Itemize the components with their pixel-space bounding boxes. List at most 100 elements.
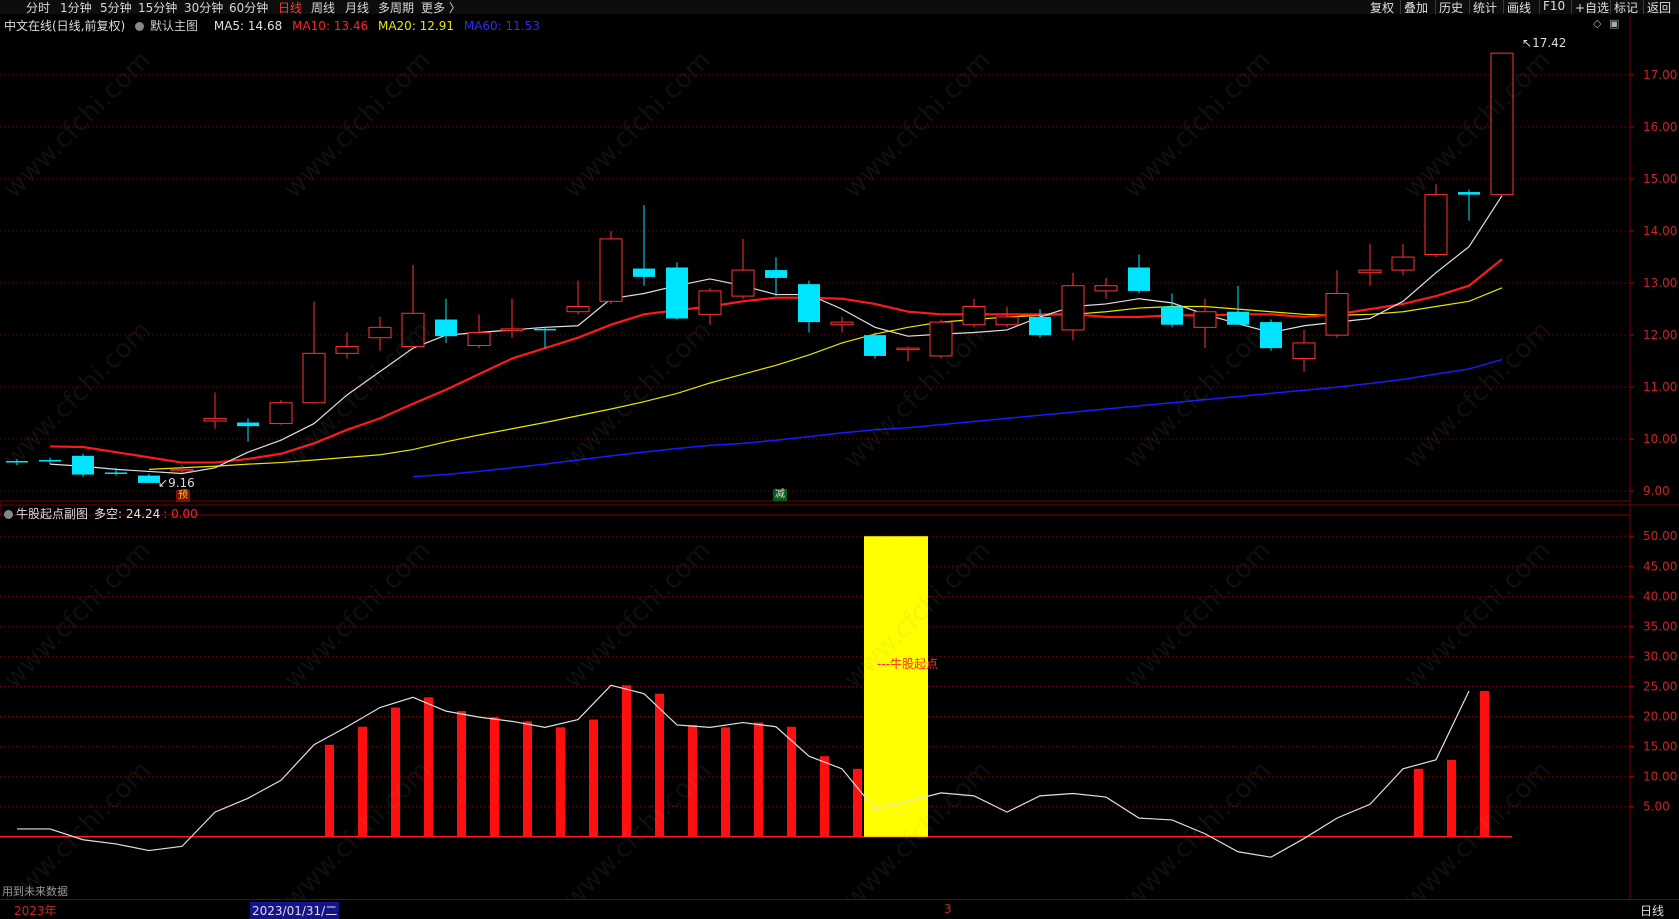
toolbar-button-4[interactable]: 画线 <box>1507 0 1531 16</box>
sub-bar <box>853 768 862 837</box>
candle-body-down <box>1128 267 1150 291</box>
candle-body-up <box>929 321 953 357</box>
diamond-icon[interactable]: ◇ <box>1593 17 1601 30</box>
y-tick-label: 14.00 <box>1643 224 1677 238</box>
toolbar-button-8[interactable]: 返回 <box>1647 0 1671 16</box>
candle-body-up <box>500 328 524 331</box>
y-tick-label: 16.00 <box>1643 120 1677 134</box>
candle-body-down <box>1227 311 1249 325</box>
sub-bar <box>820 756 829 837</box>
dropdown-circle-icon[interactable] <box>4 510 13 519</box>
y-tick-label: 10.00 <box>1643 770 1677 784</box>
candle-body-up <box>467 332 491 347</box>
candle-body-down <box>138 475 160 483</box>
candle-body-up <box>1061 285 1085 331</box>
candle-body-up <box>566 306 590 313</box>
period-tab-1[interactable]: 1分钟 <box>60 0 92 16</box>
period-tab-2[interactable]: 5分钟 <box>100 0 132 16</box>
candle-body-up <box>269 402 293 425</box>
y-tick-label: 20.00 <box>1643 710 1677 724</box>
period-tab-9[interactable]: 多周期 <box>378 0 414 16</box>
corner-icons: ◇ ▣ <box>1593 17 1619 30</box>
predict-marker[interactable]: 预 <box>176 490 190 502</box>
sub-bar <box>424 697 433 837</box>
candle-body-up <box>368 326 392 339</box>
y-tick-label: 50.00 <box>1643 529 1677 543</box>
chart-canvas[interactable]: 9.00 10.00 11.00 12.00 13.00 14.00 15.00 16.00 1… <box>0 0 1679 918</box>
y-tick-label: 12.00 <box>1643 328 1677 342</box>
candle-body-up <box>599 238 623 302</box>
sub-bar <box>457 711 466 837</box>
sub-bar <box>688 724 697 837</box>
period-tab-7[interactable]: 周线 <box>311 0 335 16</box>
candle-body-down <box>798 284 820 323</box>
period-tab-5[interactable]: 60分钟 <box>229 0 268 16</box>
toolbar-button-2[interactable]: 历史 <box>1439 0 1463 16</box>
candle-body-down <box>105 472 127 474</box>
reduce-marker[interactable]: 减 <box>773 489 787 501</box>
toolbar-divider <box>1469 0 1470 14</box>
sub-bar <box>655 693 664 837</box>
y-tick-label: 45.00 <box>1643 559 1677 573</box>
period-tab-0[interactable]: 分时 <box>26 0 50 16</box>
ma10-label: MA10: 13.46 <box>292 19 369 33</box>
sub-bar <box>754 722 763 837</box>
toolbar-button-6[interactable]: +自选 <box>1575 0 1609 16</box>
duokong-label: 多空: 24.24 <box>94 507 161 521</box>
sub-bar <box>358 726 367 837</box>
window-icon[interactable]: ▣ <box>1609 17 1619 30</box>
main-legend: 中文在线(日线,前复权) 默认主图 MA5: 14.68 MA10: 13.46… <box>4 17 546 33</box>
ma60-line <box>412 358 1503 478</box>
candle-body-up <box>1292 342 1316 360</box>
toolbar-button-0[interactable]: 复权 <box>1370 0 1394 16</box>
candle-body-up <box>1391 256 1415 271</box>
period-tab-10[interactable]: 更多 〉 <box>421 0 461 16</box>
sub-bar <box>1480 691 1489 837</box>
low-price-value: 9.16 <box>168 476 195 490</box>
y-tick-label: 30.00 <box>1643 649 1677 663</box>
period-tab-8[interactable]: 月线 <box>345 0 369 16</box>
toolbar-button-7[interactable]: 标记 <box>1614 0 1638 16</box>
signal-bar <box>864 536 928 837</box>
ma60-label: MA60: 11.53 <box>463 19 540 33</box>
toolbar-button-5[interactable]: F10 <box>1543 0 1565 13</box>
ma5-line <box>49 195 1503 475</box>
candle-body-down <box>1161 306 1183 325</box>
duokong-line <box>17 684 1470 858</box>
candle-body-down <box>6 461 28 463</box>
candle-body-up <box>1094 285 1118 292</box>
candle-body-down <box>1260 322 1282 349</box>
period-tab-6[interactable]: 日线 <box>278 0 302 16</box>
toolbar-button-1[interactable]: 叠加 <box>1404 0 1428 16</box>
template-selector[interactable]: 默认主图 <box>135 19 204 33</box>
sub-bar <box>1447 759 1456 837</box>
toolbar-button-3[interactable]: 统计 <box>1473 0 1497 16</box>
y-tick-label: 40.00 <box>1643 589 1677 603</box>
signal-layer <box>864 536 928 837</box>
candle-body-up <box>962 306 986 326</box>
sub-legend: 牛股起点副图 多空: 24.24: 0.00 <box>4 505 198 521</box>
candle-body-up <box>1325 293 1349 336</box>
candle-body-down <box>435 319 457 337</box>
y-tick-label: 15.00 <box>1643 740 1677 754</box>
y-tick-label: 15.00 <box>1643 172 1677 186</box>
y-tick-label: 5.00 <box>1643 800 1670 814</box>
period-tab-4[interactable]: 30分钟 <box>184 0 223 16</box>
candle-body-down <box>633 268 655 277</box>
stock-title[interactable]: 中文在线(日线,前复权) <box>4 19 125 33</box>
template-name: 默认主图 <box>150 19 199 33</box>
candle-body-down <box>1029 316 1051 336</box>
candle-body-down <box>237 422 259 427</box>
sub-bar <box>1414 768 1423 837</box>
y-tick-label: 10.00 <box>1643 432 1677 446</box>
cursor-date: 2023/01/31/二 <box>250 902 340 919</box>
sub-title[interactable]: 牛股起点副图 <box>16 507 88 521</box>
candle-body-up <box>302 352 326 404</box>
high-price-label: ↖17.42 <box>1522 36 1566 50</box>
period-label[interactable]: 日线 <box>1640 902 1664 919</box>
candle-body-up <box>203 417 227 422</box>
candle-body-up <box>1193 311 1217 328</box>
top-toolbar: 分时 1分钟 5分钟 15分钟 30分钟 60分钟 日线 周线 月线 多周期 更多 〉 复权 叠加 历史统… <box>0 0 1679 16</box>
candle-body-down <box>666 267 688 319</box>
period-tab-3[interactable]: 15分钟 <box>138 0 177 16</box>
